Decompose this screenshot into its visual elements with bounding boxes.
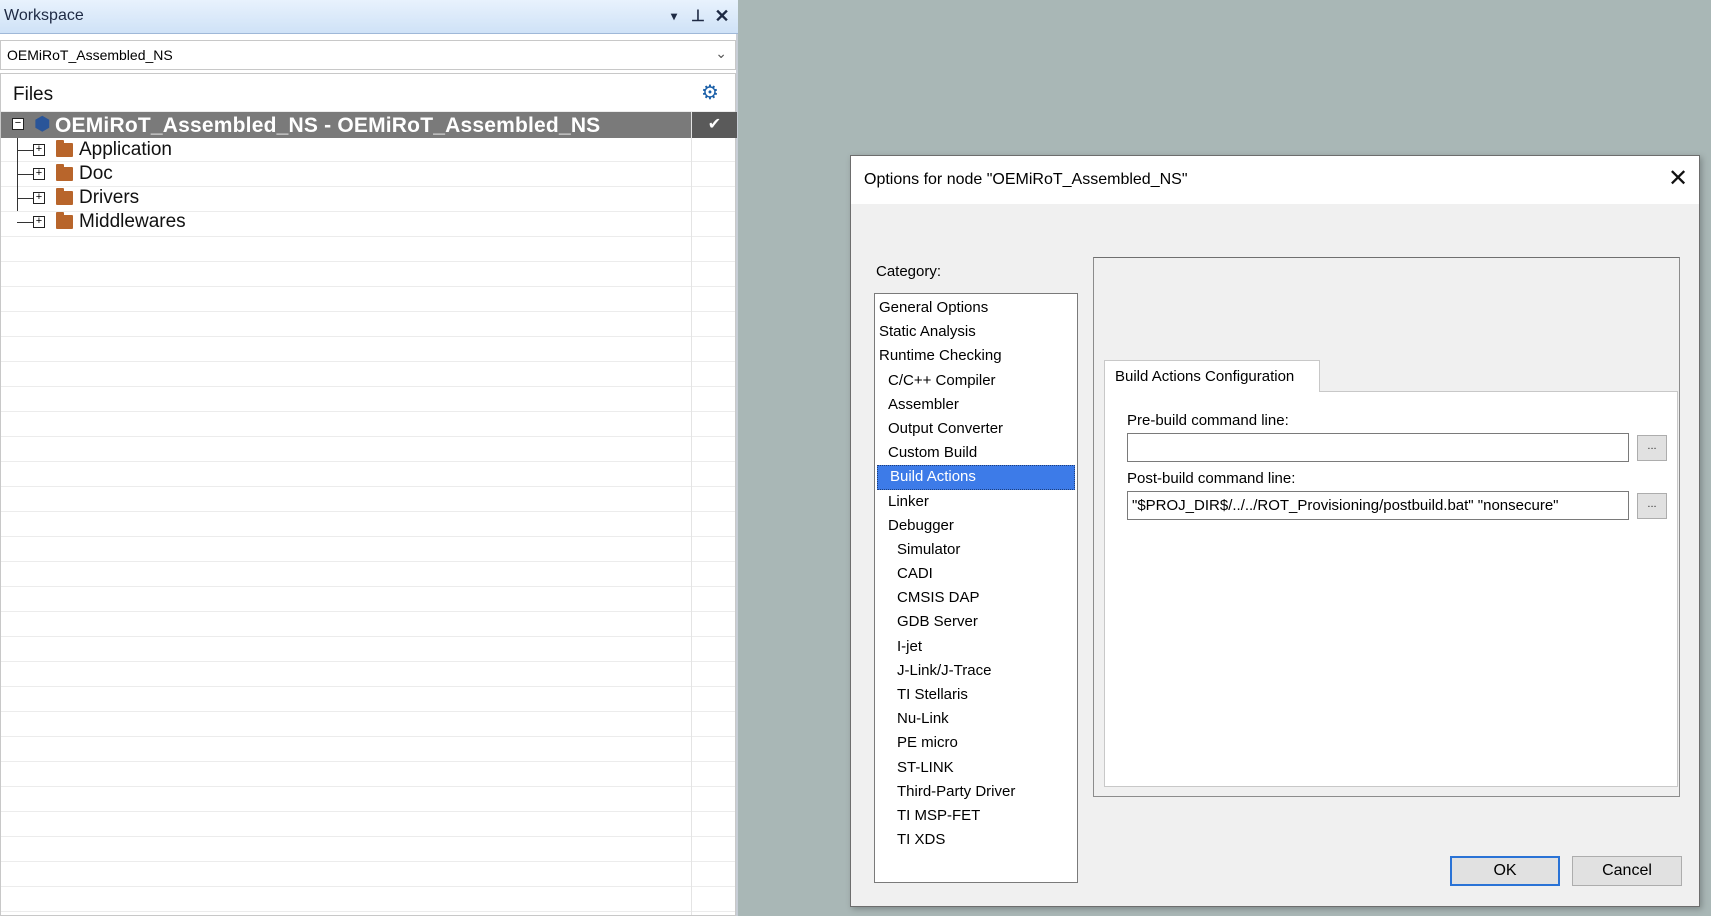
category-gdb-server[interactable]: GDB Server <box>875 610 1077 634</box>
options-panel: Build Actions Configuration Pre-build co… <box>1093 257 1680 797</box>
ok-button[interactable]: OK <box>1450 856 1560 886</box>
category-debugger[interactable]: Debugger <box>875 514 1077 538</box>
pre-build-label: Pre-build command line: <box>1127 412 1289 429</box>
category-ti-stellaris[interactable]: TI Stellaris <box>875 683 1077 707</box>
post-build-browse-button[interactable]: ... <box>1637 493 1667 519</box>
cancel-button[interactable]: Cancel <box>1572 856 1682 886</box>
category-custom-build[interactable]: Custom Build <box>875 441 1077 465</box>
tree-item-label: Middlewares <box>79 211 186 232</box>
category-label: Category: <box>876 263 942 280</box>
category-cadi[interactable]: CADI <box>875 562 1077 586</box>
category-linker[interactable]: Linker <box>875 490 1077 514</box>
files-tree-panel: Files ⚙ − ⬢ OEMiRoT_Assembled_NS - OEMiR… <box>0 73 737 916</box>
gear-icon[interactable]: ⚙ <box>701 80 719 105</box>
category-output-converter[interactable]: Output Converter <box>875 417 1077 441</box>
category-cmsis-dap[interactable]: CMSIS DAP <box>875 586 1077 610</box>
close-icon[interactable]: ✕ <box>712 5 732 27</box>
expand-toggle-icon[interactable]: + <box>33 144 45 156</box>
collapse-toggle-icon[interactable]: − <box>12 118 24 130</box>
category-ti-msp-fet[interactable]: TI MSP-FET <box>875 804 1077 828</box>
category-pe-micro[interactable]: PE micro <box>875 731 1077 755</box>
tree-item-middlewares[interactable]: + Middlewares <box>1 210 701 234</box>
chevron-down-icon[interactable]: ⌄ <box>715 45 727 62</box>
category-runtime-checking[interactable]: Runtime Checking <box>875 344 1077 368</box>
category-assembler[interactable]: Assembler <box>875 393 1077 417</box>
configuration-select-value: OEMiRoT_Assembled_NS <box>7 47 173 63</box>
tree-item-label: Application <box>79 139 172 160</box>
category-list[interactable]: General Options Static Analysis Runtime … <box>874 293 1078 883</box>
folder-icon <box>56 164 73 181</box>
category-third-party-driver[interactable]: Third-Party Driver <box>875 780 1077 804</box>
category-general-options[interactable]: General Options <box>875 296 1077 320</box>
category-nu-link[interactable]: Nu-Link <box>875 707 1077 731</box>
folder-icon <box>56 212 73 229</box>
expand-toggle-icon[interactable]: + <box>33 168 45 180</box>
folder-icon <box>56 140 73 157</box>
category-static-analysis[interactable]: Static Analysis <box>875 320 1077 344</box>
category-j-link-j-trace[interactable]: J-Link/J-Trace <box>875 659 1077 683</box>
configuration-select[interactable]: OEMiRoT_Assembled_NS ⌄ <box>0 40 736 70</box>
checkmark-icon: ✔ <box>691 112 737 138</box>
project-icon: ⬢ <box>34 114 51 135</box>
tab-label: Build Actions Configuration <box>1115 368 1295 385</box>
pre-build-input[interactable] <box>1127 433 1629 462</box>
workspace-titlebar: Workspace ▾ ⊥ ✕ <box>0 0 738 34</box>
close-icon[interactable]: ✕ <box>1663 164 1693 194</box>
tree-item-label: Doc <box>79 163 113 184</box>
expand-toggle-icon[interactable]: + <box>33 216 45 228</box>
dialog-title: Options for node "OEMiRoT_Assembled_NS" <box>864 171 1188 188</box>
category-i-jet[interactable]: I-jet <box>875 635 1077 659</box>
folder-icon <box>56 188 73 205</box>
category-build-actions[interactable]: Build Actions <box>877 465 1075 490</box>
pin-icon[interactable]: ⊥ <box>688 5 708 27</box>
tab-build-actions-configuration[interactable]: Build Actions Configuration <box>1104 360 1320 392</box>
tree-root-label: OEMiRoT_Assembled_NS - OEMiRoT_Assembled… <box>55 114 601 137</box>
dialog-titlebar: Options for node "OEMiRoT_Assembled_NS" … <box>851 156 1699 204</box>
window-position-dropdown-icon[interactable]: ▾ <box>664 5 684 27</box>
category-simulator[interactable]: Simulator <box>875 538 1077 562</box>
files-column-header: Files <box>13 84 54 105</box>
pre-build-browse-button[interactable]: ... <box>1637 435 1667 461</box>
post-build-input[interactable] <box>1127 491 1629 520</box>
tree-item-label: Drivers <box>79 187 140 208</box>
post-build-label: Post-build command line: <box>1127 470 1296 487</box>
workspace-title: Workspace <box>4 7 84 24</box>
category-c-cpp-compiler[interactable]: C/C++ Compiler <box>875 369 1077 393</box>
workspace-pane: Workspace ▾ ⊥ ✕ OEMiRoT_Assembled_NS ⌄ F… <box>0 0 738 916</box>
tree-root-project[interactable]: − ⬢ OEMiRoT_Assembled_NS - OEMiRoT_Assem… <box>1 112 737 138</box>
tab-page-build-actions: Pre-build command line: ... Post-build c… <box>1104 391 1678 787</box>
tree-item-drivers[interactable]: + Drivers <box>1 186 701 210</box>
tree-item-application[interactable]: + Application <box>1 138 701 162</box>
category-ti-xds[interactable]: TI XDS <box>875 828 1077 852</box>
category-st-link[interactable]: ST-LINK <box>875 756 1077 780</box>
tree-item-doc[interactable]: + Doc <box>1 162 701 186</box>
options-dialog: Options for node "OEMiRoT_Assembled_NS" … <box>850 155 1700 907</box>
expand-toggle-icon[interactable]: + <box>33 192 45 204</box>
